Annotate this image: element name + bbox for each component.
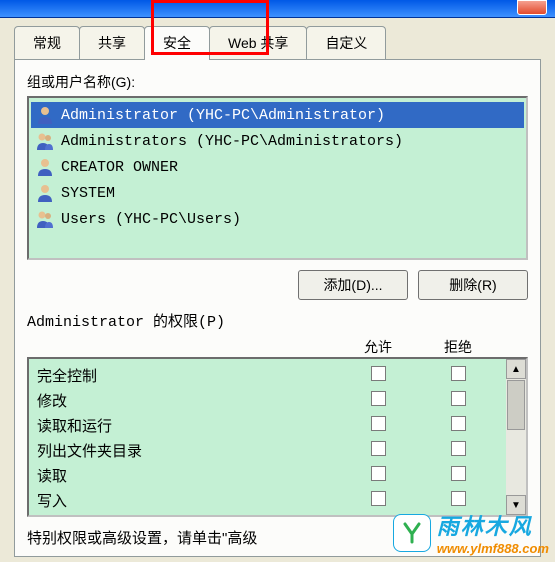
- permission-row: 读取和运行: [37, 413, 498, 438]
- allow-checkbox[interactable]: [371, 441, 386, 456]
- watermark: 雨林木风 www.ylmf888.com: [393, 509, 549, 556]
- deny-checkbox[interactable]: [451, 466, 466, 481]
- deny-checkbox[interactable]: [451, 441, 466, 456]
- permission-row: 读取: [37, 463, 498, 488]
- allow-header: 允许: [338, 337, 418, 357]
- tab-sharing[interactable]: 共享: [79, 26, 145, 59]
- list-item[interactable]: Administrator (YHC-PC\Administrator): [31, 102, 524, 128]
- deny-checkbox[interactable]: [451, 491, 466, 506]
- allow-checkbox[interactable]: [371, 366, 386, 381]
- watermark-logo-icon: [393, 514, 431, 552]
- permission-row: 列出文件夹目录: [37, 438, 498, 463]
- permission-name: 写入: [37, 490, 338, 511]
- permission-name: 修改: [37, 390, 338, 411]
- list-item[interactable]: SYSTEM: [31, 180, 524, 206]
- tab-security[interactable]: 安全: [144, 26, 210, 60]
- tab-strip: 常规 共享 安全 Web 共享 自定义: [0, 18, 555, 59]
- button-row: 添加(D)... 删除(R): [27, 270, 528, 300]
- user-icon: [35, 157, 55, 177]
- tab-customize[interactable]: 自定义: [306, 26, 386, 59]
- tab-general[interactable]: 常规: [14, 26, 80, 59]
- title-bar: [0, 0, 555, 18]
- watermark-url: www.ylmf888.com: [437, 541, 549, 556]
- list-item[interactable]: Users (YHC-PC\Users): [31, 206, 524, 232]
- list-item-label: Administrator (YHC-PC\Administrator): [61, 107, 385, 124]
- watermark-title: 雨林木风: [437, 509, 549, 541]
- deny-checkbox[interactable]: [451, 366, 466, 381]
- allow-checkbox[interactable]: [371, 491, 386, 506]
- list-item[interactable]: Administrators (YHC-PC\Administrators): [31, 128, 524, 154]
- user-list[interactable]: Administrator (YHC-PC\Administrator) Adm…: [27, 96, 528, 260]
- list-item-label: CREATOR OWNER: [61, 159, 178, 176]
- allow-checkbox[interactable]: [371, 391, 386, 406]
- scroll-track[interactable]: [506, 431, 526, 495]
- group-users-label: 组或用户名称(G):: [27, 72, 528, 92]
- permissions-label: Administrator 的权限(P): [27, 310, 528, 331]
- user-icon: [35, 183, 55, 203]
- permission-name: 读取: [37, 465, 338, 486]
- permission-name: 完全控制: [37, 365, 338, 386]
- deny-checkbox[interactable]: [451, 416, 466, 431]
- permission-row: 修改: [37, 388, 498, 413]
- deny-checkbox[interactable]: [451, 391, 466, 406]
- tab-web-sharing[interactable]: Web 共享: [209, 26, 307, 59]
- allow-checkbox[interactable]: [371, 466, 386, 481]
- list-item-label: SYSTEM: [61, 185, 115, 202]
- list-item[interactable]: CREATOR OWNER: [31, 154, 524, 180]
- permissions-list: 完全控制 修改 读取和运行 列出文件夹目录 读取: [27, 357, 528, 517]
- group-icon: [35, 209, 55, 229]
- security-panel: 组或用户名称(G): Administrator (YHC-PC\Adminis…: [14, 59, 541, 557]
- permission-name: 列出文件夹目录: [37, 440, 338, 461]
- group-icon: [35, 131, 55, 151]
- allow-checkbox[interactable]: [371, 416, 386, 431]
- permission-row: 完全控制: [37, 363, 498, 388]
- deny-header: 拒绝: [418, 337, 498, 357]
- list-item-label: Administrators (YHC-PC\Administrators): [61, 133, 403, 150]
- remove-button[interactable]: 删除(R): [418, 270, 528, 300]
- scrollbar[interactable]: ▲ ▼: [506, 359, 526, 515]
- scroll-thumb[interactable]: [507, 380, 525, 430]
- user-icon: [35, 105, 55, 125]
- window-close-button[interactable]: [517, 0, 547, 15]
- list-item-label: Users (YHC-PC\Users): [61, 211, 241, 228]
- add-button[interactable]: 添加(D)...: [298, 270, 408, 300]
- permission-name: 读取和运行: [37, 415, 338, 436]
- permissions-header: 允许 拒绝: [27, 337, 528, 357]
- scroll-up-button[interactable]: ▲: [506, 359, 526, 379]
